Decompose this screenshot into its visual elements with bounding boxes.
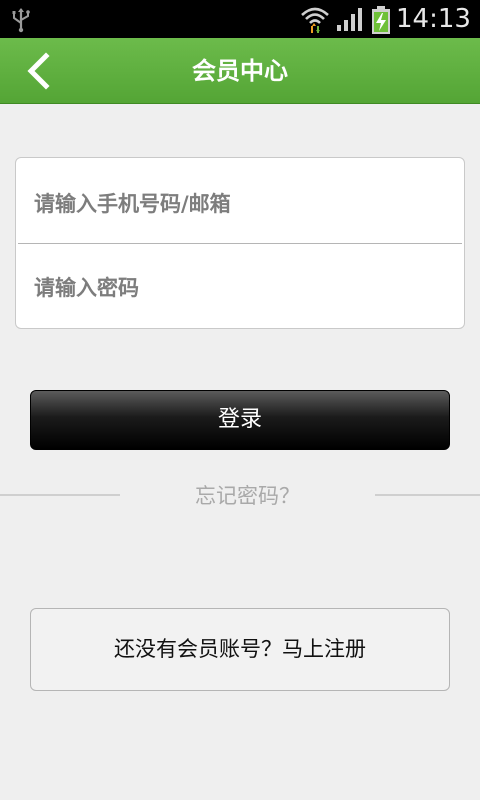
login-button[interactable]: 登录 xyxy=(30,390,450,450)
password-input[interactable] xyxy=(34,268,454,308)
page-title: 会员中心 xyxy=(192,57,288,85)
divider-left xyxy=(0,494,120,496)
register-button[interactable]: 还没有会员账号？马上注册 xyxy=(30,608,450,691)
wifi-icon xyxy=(300,4,330,38)
battery-charging-icon xyxy=(370,5,392,39)
account-input[interactable] xyxy=(34,184,454,224)
forgot-password-link[interactable]: 忘记密码？ xyxy=(120,480,375,510)
signal-icon xyxy=(336,6,364,36)
forgot-password-row: 忘记密码？ xyxy=(0,478,480,512)
back-button[interactable] xyxy=(18,48,64,94)
login-form xyxy=(15,157,465,329)
status-bar: 14:13 xyxy=(0,0,480,38)
status-time: 14:13 xyxy=(396,4,471,34)
usb-icon xyxy=(10,7,32,37)
header-bar: 会员中心 xyxy=(0,38,480,104)
divider-right xyxy=(375,494,480,496)
divider xyxy=(18,243,462,244)
chevron-left-icon xyxy=(27,52,50,90)
